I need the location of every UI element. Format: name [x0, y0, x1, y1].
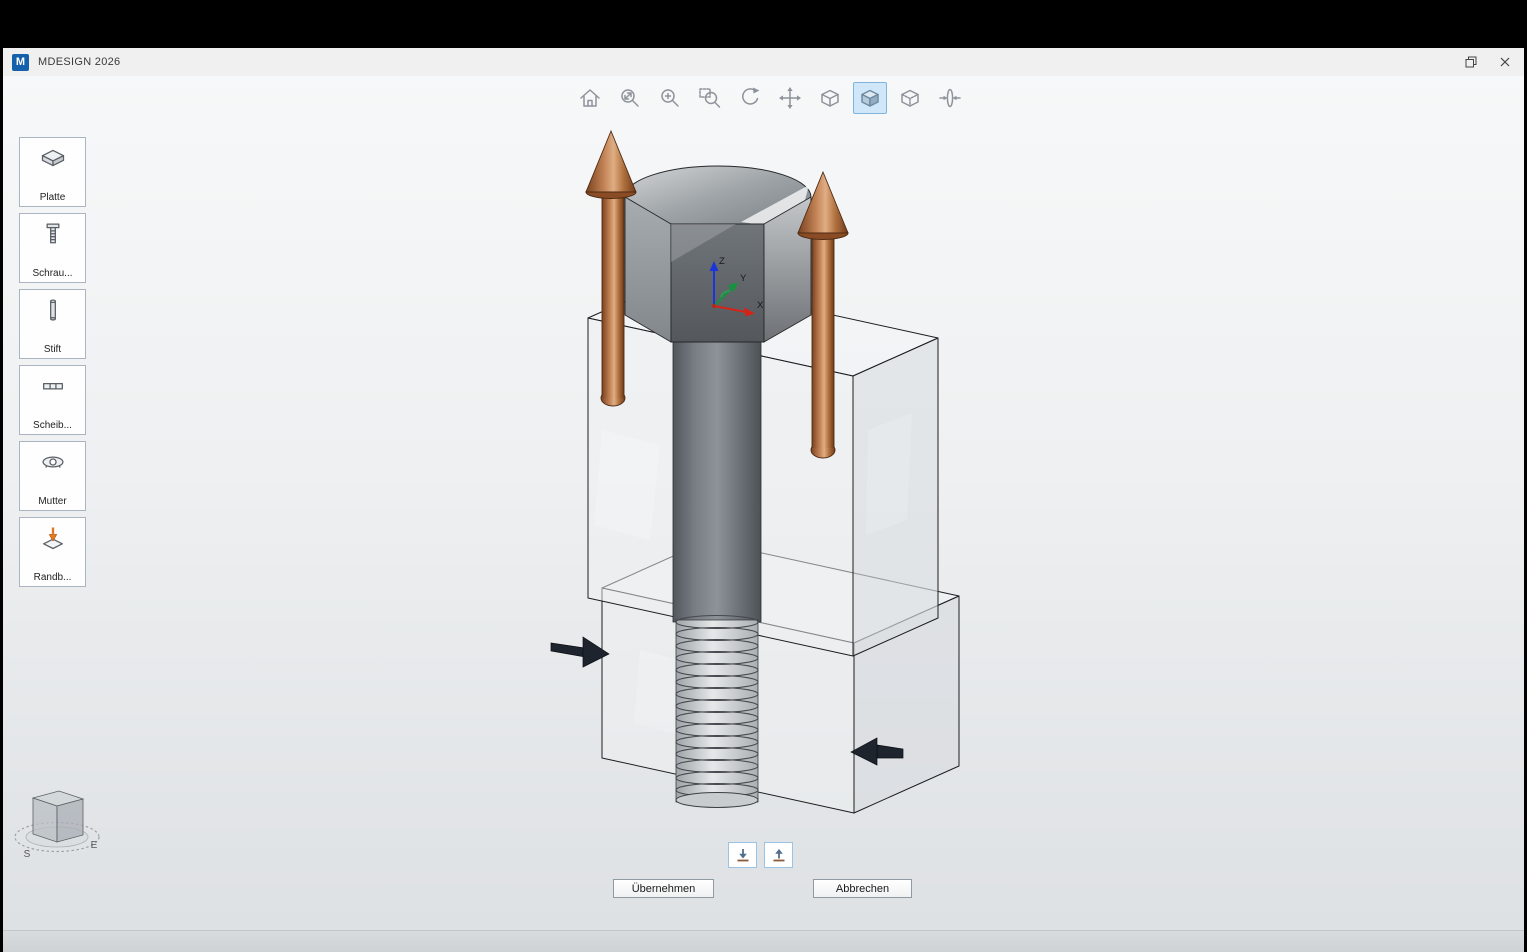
pin-icon	[38, 296, 68, 324]
plate-icon	[38, 144, 68, 172]
view-cube-button[interactable]	[813, 82, 847, 114]
restore-window-button[interactable]	[1462, 53, 1480, 71]
close-icon	[1499, 56, 1511, 68]
washer-icon	[38, 372, 68, 400]
close-window-button[interactable]	[1496, 53, 1514, 71]
wireframe-cube-icon	[897, 85, 923, 111]
apply-button[interactable]: Übernehmen	[613, 879, 714, 898]
sidebar-item-randbedingung[interactable]: Randb...	[19, 517, 86, 587]
sidebar-item-label: Schrau...	[32, 268, 72, 279]
arrow-up-icon	[770, 847, 788, 863]
sidebar-item-mutter[interactable]: Mutter	[19, 441, 86, 511]
sidebar-item-label: Scheib...	[33, 420, 72, 431]
sidebar-item-label: Mutter	[38, 496, 66, 507]
pan-button[interactable]	[773, 82, 807, 114]
app-window: M MDESIGN 2026	[3, 48, 1524, 952]
app-logo: M	[12, 54, 29, 71]
section-icon	[937, 85, 963, 111]
sidebar-item-platte[interactable]: Platte	[19, 137, 86, 207]
boundary-condition-icon	[38, 524, 68, 552]
cube-icon	[817, 85, 843, 111]
view-shaded-button[interactable]	[853, 82, 887, 114]
zoom-window-icon	[697, 85, 723, 111]
orbit-icon	[737, 85, 763, 111]
footer-strip	[3, 930, 1524, 952]
zoom-window-button[interactable]	[693, 82, 727, 114]
sidebar-item-schraube[interactable]: Schrau...	[19, 213, 86, 283]
section-button[interactable]	[933, 82, 967, 114]
shaded-cube-icon	[857, 85, 883, 111]
view-wireframe-button[interactable]	[893, 82, 927, 114]
sidebar-item-stift[interactable]: Stift	[19, 289, 86, 359]
window-title: MDESIGN 2026	[38, 56, 120, 68]
sidebar-item-scheibe[interactable]: Scheib...	[19, 365, 86, 435]
zoom-extents-button[interactable]	[613, 82, 647, 114]
zoom-in-button[interactable]	[653, 82, 687, 114]
arrow-up-button[interactable]	[764, 842, 793, 868]
sidebar-item-label: Randb...	[34, 572, 72, 583]
nut-icon	[38, 448, 68, 476]
orbit-button[interactable]	[733, 82, 767, 114]
cancel-button[interactable]: Abbrechen	[813, 879, 912, 898]
view-toolbar	[573, 82, 967, 114]
arrow-down-icon	[734, 847, 752, 863]
sidebar-item-label: Stift	[44, 344, 61, 355]
zoom-extents-icon	[617, 85, 643, 111]
arrow-down-button[interactable]	[728, 842, 757, 868]
pan-icon	[777, 85, 803, 111]
screw-icon	[38, 220, 68, 248]
screen: { "window": { "title": "MDESIGN 2026", "…	[0, 0, 1527, 952]
component-sidebar: Platte Schrau... Stift Scheib	[19, 137, 86, 587]
home-button[interactable]	[573, 82, 607, 114]
home-icon	[577, 85, 603, 111]
title-bar: M MDESIGN 2026	[3, 48, 1524, 77]
sidebar-item-label: Platte	[40, 192, 66, 203]
viewport-3d[interactable]	[3, 76, 1524, 952]
zoom-in-icon	[657, 85, 683, 111]
restore-icon	[1465, 56, 1477, 68]
